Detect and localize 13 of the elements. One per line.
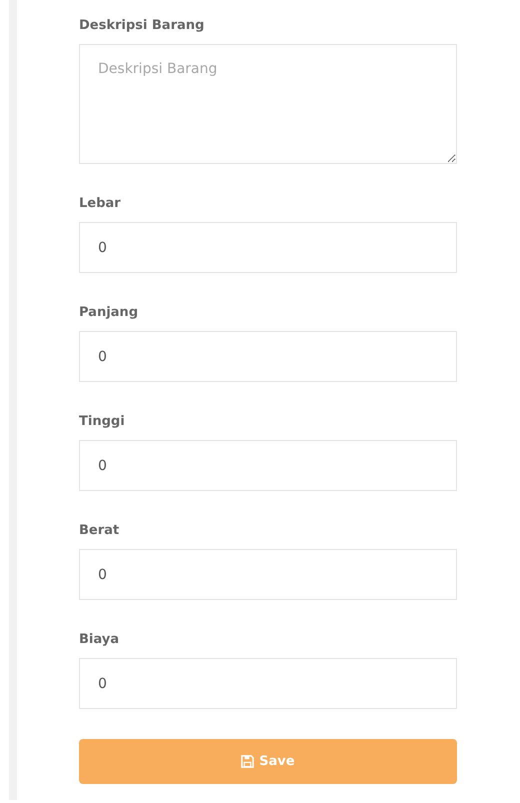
field-label: Tinggi xyxy=(79,413,126,431)
field-label: Deskripsi Barang xyxy=(79,17,206,35)
field-label: Panjang xyxy=(79,304,139,322)
field-label: Berat xyxy=(79,522,120,540)
field-label: Lebar xyxy=(79,195,122,213)
save-icon xyxy=(241,755,254,768)
input-field[interactable]: 0 xyxy=(79,549,457,600)
input-field[interactable]: 0 xyxy=(79,440,457,491)
input-field[interactable]: 0 xyxy=(79,658,457,709)
input-field[interactable]: 0 xyxy=(79,222,457,273)
description-field[interactable]: Deskripsi Barang xyxy=(79,44,457,164)
input-field[interactable]: 0 xyxy=(79,331,457,382)
field-label: Biaya xyxy=(79,631,120,649)
